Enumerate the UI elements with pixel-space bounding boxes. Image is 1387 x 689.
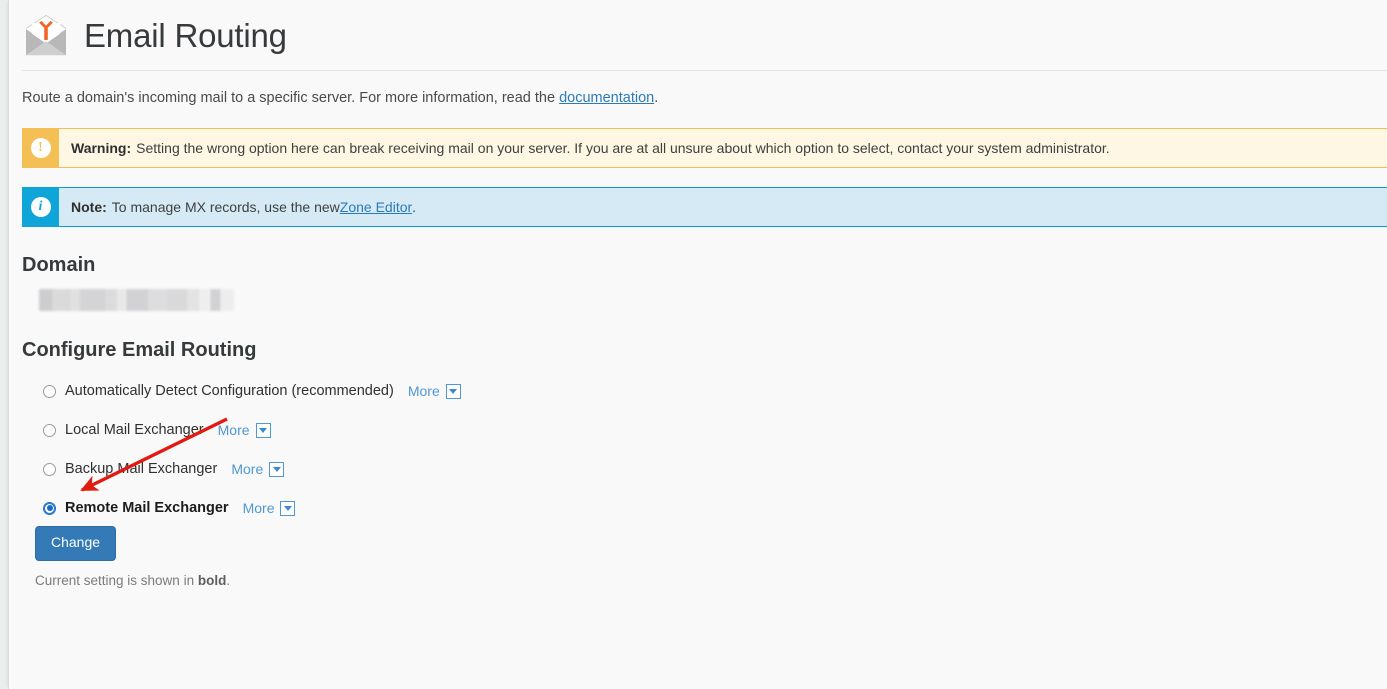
exclamation-circle-icon: ! [30,137,51,158]
warning-alert-message: Setting the wrong option here can break … [136,139,1110,156]
note-alert-body: Note: To manage MX records, use the new … [59,187,1387,228]
radio-button-automatically-detect-configuration[interactable] [43,384,56,398]
more-link-local-mail-exchanger[interactable]: More [218,422,250,438]
note-alert-icon-wrap: i [22,187,59,228]
radio-button-backup-mail-exchanger[interactable] [43,462,56,476]
page-header: Email Routing [9,0,1387,70]
documentation-link[interactable]: documentation [559,90,654,106]
info-circle-icon: i [30,197,51,218]
domain-section-title: Domain [22,254,96,277]
page-container: Email Routing Route a domain's incoming … [8,0,1387,689]
radio-label-remote-mail-exchanger: Remote Mail Exchanger [65,500,229,517]
more-link-backup-mail-exchanger[interactable]: More [231,461,263,477]
routing-options-list: Automatically Detect Configuration (reco… [22,378,1387,521]
current-setting-footnote: Current setting is shown in bold. [35,573,1387,588]
email-routing-envelope-icon [22,14,70,58]
note-alert-label: Note: [71,199,107,216]
page-title: Email Routing [84,16,287,54]
chevron-down-icon[interactable] [445,383,461,399]
domain-value-redacted [39,289,234,312]
more-toggle-automatically-detect-configuration[interactable]: More [408,383,461,399]
header-divider [22,70,1387,71]
radio-row-automatically-detect-configuration[interactable]: Automatically Detect Configuration (reco… [22,378,1387,404]
more-toggle-local-mail-exchanger[interactable]: More [218,422,271,438]
warning-alert-label: Warning: [71,139,132,156]
chevron-down-icon[interactable] [255,422,271,438]
more-toggle-remote-mail-exchanger[interactable]: More [243,500,296,516]
note-alert: i Note: To manage MX records, use the ne… [22,187,1387,228]
radio-label-automatically-detect-configuration: Automatically Detect Configuration (reco… [65,383,394,400]
chevron-down-icon[interactable] [269,461,285,477]
radio-row-local-mail-exchanger[interactable]: Local Mail Exchanger More [22,417,1387,443]
warning-alert-icon-wrap: ! [22,127,59,169]
intro-text-after: . [654,90,659,106]
intro-description: Route a domain's incoming mail to a spec… [9,70,1387,110]
radio-row-backup-mail-exchanger[interactable]: Backup Mail Exchanger More [22,456,1387,482]
configure-email-routing-title: Configure Email Routing [22,339,257,362]
alerts-region: ! Warning: Setting the wrong option here… [9,127,1387,228]
footnote-text-after: . [226,572,231,588]
radio-row-remote-mail-exchanger[interactable]: Remote Mail Exchanger More [22,495,1387,521]
note-alert-message-after: . [412,199,417,216]
zone-editor-link[interactable]: Zone Editor [340,197,412,217]
radio-button-remote-mail-exchanger[interactable] [43,501,56,515]
domain-section: Domain [9,254,1387,312]
more-link-remote-mail-exchanger[interactable]: More [243,500,275,516]
chevron-down-icon[interactable] [280,500,296,516]
radio-label-backup-mail-exchanger: Backup Mail Exchanger [65,461,218,478]
warning-alert-body: Warning: Setting the wrong option here c… [59,127,1387,169]
radio-label-local-mail-exchanger: Local Mail Exchanger [65,422,204,439]
change-button[interactable]: Change [35,526,117,561]
warning-alert: ! Warning: Setting the wrong option here… [22,127,1387,169]
intro-text-before: Route a domain's incoming mail to a spec… [22,90,560,106]
more-toggle-backup-mail-exchanger[interactable]: More [231,461,285,477]
screen: Email Routing Route a domain's incoming … [0,0,1387,689]
footnote-bold-word: bold [197,572,227,588]
note-alert-message-before: To manage MX records, use the new [111,199,340,216]
footnote-text-before: Current setting is shown in [35,572,198,588]
domain-value [39,289,234,312]
configure-email-routing-section: Configure Email Routing Automatically De… [9,339,1387,588]
more-link-automatically-detect-configuration[interactable]: More [408,383,440,399]
radio-button-local-mail-exchanger[interactable] [43,423,56,437]
